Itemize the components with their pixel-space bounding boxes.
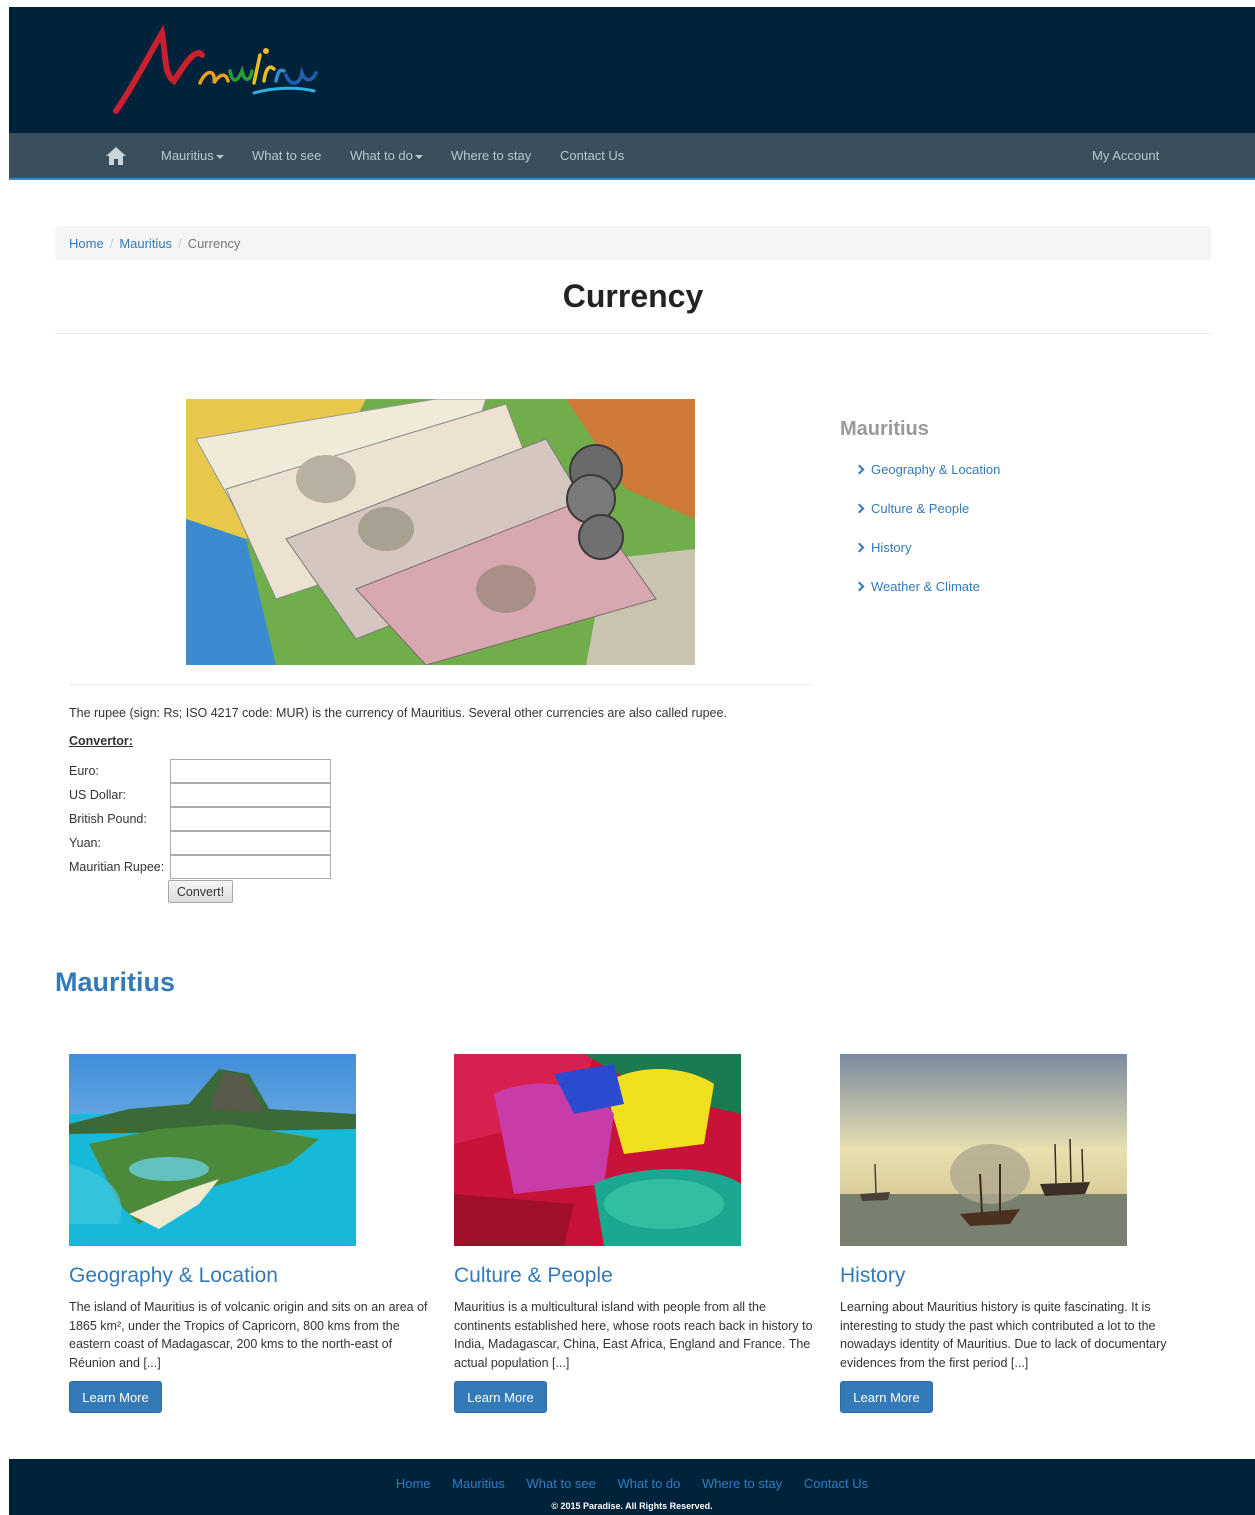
site-header (9, 7, 1255, 133)
culture-image[interactable] (454, 1054, 741, 1246)
convert-button[interactable]: Convert! (168, 880, 233, 903)
footer-link-mauritius[interactable]: Mauritius (452, 1476, 505, 1491)
sidebar-link-weather[interactable]: Weather & Climate (854, 579, 980, 594)
convertor-row-mur: Mauritian Rupee: (69, 855, 339, 879)
currency-banknotes-image (186, 399, 695, 665)
yuan-input[interactable] (170, 831, 331, 855)
mauritian-rupee-label: Mauritian Rupee: (69, 860, 165, 874)
british-pound-input[interactable] (170, 807, 331, 831)
caret-down-icon (215, 154, 224, 159)
geography-card-title[interactable]: Geography & Location (69, 1264, 278, 1288)
culture-card-title[interactable]: Culture & People (454, 1264, 613, 1288)
us-dollar-input[interactable] (170, 783, 331, 807)
convertor-row-usd: US Dollar: (69, 783, 339, 807)
title-divider (55, 333, 1211, 334)
content-divider (69, 684, 812, 685)
euro-input[interactable] (170, 759, 331, 783)
convertor-heading: Convertor: (69, 734, 133, 748)
home-icon[interactable] (105, 146, 127, 166)
footer-link-contact-us[interactable]: Contact Us (804, 1476, 868, 1491)
chevron-right-icon (854, 464, 865, 475)
geography-card-text: The island of Mauritius is of volcanic o… (69, 1300, 428, 1370)
copyright-text: © 2015 Paradise. All Rights Reserved. (551, 1501, 713, 1511)
mauritian-rupee-input[interactable] (170, 855, 331, 879)
footer-link-home[interactable]: Home (396, 1476, 431, 1491)
history-learn-more-button[interactable]: Learn More (840, 1381, 933, 1413)
history-card-text: Learning about Mauritius history is quit… (840, 1300, 1167, 1370)
nav-mauritius[interactable]: Mauritius (161, 148, 224, 163)
us-dollar-label: US Dollar: (69, 788, 126, 802)
mauritius-logo[interactable] (104, 24, 324, 120)
breadcrumb-separator: / (178, 236, 182, 251)
page-title: Currency (562, 278, 704, 314)
culture-learn-more-button[interactable]: Learn More (454, 1381, 547, 1413)
history-image[interactable] (840, 1054, 1127, 1246)
convertor-row-gbp: British Pound: (69, 807, 339, 831)
history-card-title[interactable]: History (840, 1264, 905, 1288)
site-footer: Home Mauritius What to see What to do Wh… (9, 1459, 1255, 1515)
nav-what-to-see[interactable]: What to see (252, 148, 321, 163)
breadcrumb: Home / Mauritius / Currency (55, 226, 1211, 260)
footer-link-where-to-stay[interactable]: Where to stay (702, 1476, 782, 1491)
nav-where-to-stay[interactable]: Where to stay (451, 148, 531, 163)
british-pound-label: British Pound: (69, 812, 147, 826)
sidebar-link-history[interactable]: History (854, 540, 911, 555)
sidebar-link-culture[interactable]: Culture & People (854, 501, 969, 516)
breadcrumb-current: Currency (187, 236, 241, 251)
convertor-row-euro: Euro: (69, 759, 339, 783)
section-title: Mauritius (55, 967, 176, 997)
nav-contact-us[interactable]: Contact Us (560, 148, 624, 163)
footer-nav: Home Mauritius What to see What to do Wh… (9, 1476, 1255, 1491)
breadcrumb-separator: / (109, 236, 114, 251)
yuan-label: Yuan: (69, 836, 101, 850)
nav-what-to-do[interactable]: What to do (350, 148, 423, 163)
chevron-right-icon (854, 542, 865, 553)
caret-down-icon (414, 154, 423, 159)
geography-image[interactable] (69, 1054, 356, 1246)
euro-label: Euro: (69, 764, 99, 778)
sidebar-title: Mauritius (840, 418, 929, 440)
convertor-row-yuan: Yuan: (69, 831, 339, 855)
culture-card-text: Mauritius is a multicultural island with… (454, 1300, 813, 1370)
chevron-right-icon (854, 503, 865, 514)
main-navbar: Mauritius What to see What to do Where t… (9, 133, 1255, 180)
sidebar-link-geography[interactable]: Geography & Location (854, 462, 1000, 477)
geography-learn-more-button[interactable]: Learn More (69, 1381, 162, 1413)
chevron-right-icon (854, 581, 865, 592)
footer-link-what-to-see[interactable]: What to see (527, 1476, 596, 1491)
breadcrumb-home[interactable]: Home (69, 236, 104, 251)
footer-link-what-to-do[interactable]: What to do (618, 1476, 681, 1491)
currency-intro-text: The rupee (sign: Rs; ISO 4217 code: MUR)… (69, 706, 727, 720)
breadcrumb-mauritius[interactable]: Mauritius (119, 236, 172, 251)
nav-my-account[interactable]: My Account (1092, 148, 1159, 163)
